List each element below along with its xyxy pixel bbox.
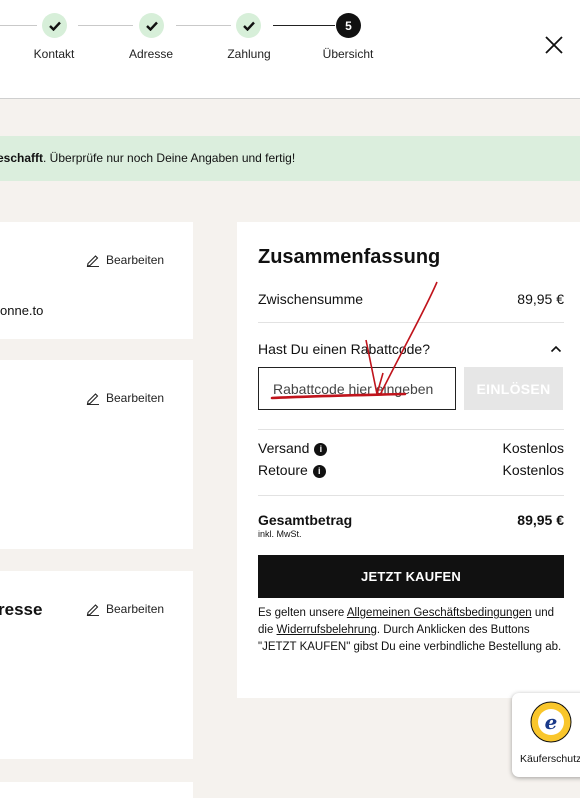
subtotal-row: Zwischensumme 89,95 € (258, 291, 564, 307)
info-icon[interactable]: i (312, 464, 326, 478)
step-label-uebersicht: Übersicht (322, 47, 374, 61)
terms-link[interactable]: Allgemeinen Geschäftsbedingungen (347, 607, 532, 619)
chevron-up-icon (550, 345, 562, 353)
step-kontakt-check-icon (42, 13, 67, 38)
redeem-coupon-button[interactable]: EINLÖSEN (464, 367, 563, 410)
pencil-icon (86, 255, 99, 267)
stepper-connector (273, 25, 335, 26)
subtotal-label: Zwischensumme (258, 291, 364, 307)
contact-email: onne.to (0, 303, 44, 318)
step-label-zahlung[interactable]: Zahlung (227, 47, 270, 61)
edit-contact-button[interactable]: Bearbeiten (86, 253, 164, 267)
divider (258, 322, 564, 323)
total-value: 89,95 € (517, 512, 564, 528)
stepper-connector (176, 25, 231, 26)
billing-address-card: resse Bearbeiten (0, 571, 193, 759)
banner-bold-text: eschafft (0, 151, 44, 165)
total-row: Gesamtbetrag inkl. MwSt. 89,95 € (258, 512, 564, 539)
trusted-shops-badge[interactable]: e Käuferschutz (512, 693, 580, 777)
coupon-toggle[interactable]: Hast Du einen Rabattcode? (258, 341, 564, 357)
withdrawal-link[interactable]: Widerrufsbelehrung (277, 624, 377, 636)
coupon-question: Hast Du einen Rabattcode? (258, 341, 430, 357)
buy-now-button[interactable]: JETZT KAUFEN (258, 555, 564, 598)
returns-value: Kostenlos (502, 462, 564, 478)
edit-label: Bearbeiten (106, 253, 165, 267)
order-summary: Zusammenfassung Zwischensumme 89,95 € Ha… (237, 222, 580, 698)
edit-billing-button[interactable]: Bearbeiten (86, 602, 164, 616)
address-card: Bearbeiten (0, 360, 193, 549)
summary-title: Zusammenfassung (258, 246, 441, 268)
pencil-icon (86, 393, 99, 405)
step-label-adresse[interactable]: Adresse (129, 47, 173, 61)
trusted-shops-icon: e (530, 701, 572, 743)
close-icon[interactable] (543, 34, 565, 56)
step-uebersicht-number: 5 (336, 13, 361, 38)
divider (258, 429, 564, 430)
svg-text:e: e (545, 710, 558, 734)
pencil-icon (86, 604, 99, 616)
shipping-value: Kostenlos (502, 440, 564, 456)
stepper-connector (0, 25, 37, 26)
step-adresse-check-icon (139, 13, 164, 38)
subtotal-value: 89,95 € (517, 291, 564, 307)
contact-card: Bearbeiten onne.to (0, 222, 193, 339)
returns-label: Retoure (258, 462, 308, 478)
divider (258, 495, 564, 496)
legal-text-part: Es gelten unsere (258, 607, 347, 619)
coupon-code-input[interactable] (258, 367, 456, 410)
edit-label: Bearbeiten (106, 602, 165, 616)
step-label-kontakt[interactable]: Kontakt (34, 47, 75, 61)
edit-address-button[interactable]: Bearbeiten (86, 391, 164, 405)
total-tax-note: inkl. MwSt. (258, 529, 302, 539)
trust-badge-label: Käuferschutz (520, 753, 580, 765)
billing-card-title: resse (0, 600, 43, 619)
returns-row: Retoure i Kostenlos (258, 462, 564, 478)
checkout-header: 5 Kontakt Adresse Zahlung Übersicht (0, 0, 580, 99)
banner-text: . Überprüfe nur noch Deine Angaben und f… (43, 151, 296, 165)
edit-label: Bearbeiten (106, 391, 165, 405)
total-label: Gesamtbetrag (258, 512, 353, 528)
legal-text: Es gelten unsere Allgemeinen Geschäftsbe… (258, 605, 564, 656)
shipping-label: Versand (258, 440, 310, 456)
stepper-connector (78, 25, 133, 26)
next-card (0, 782, 193, 798)
step-zahlung-check-icon (236, 13, 261, 38)
shipping-row: Versand i Kostenlos (258, 440, 564, 456)
info-banner: eschafft. Überprüfe nur noch Deine Angab… (0, 136, 580, 181)
info-icon[interactable]: i (314, 442, 328, 456)
